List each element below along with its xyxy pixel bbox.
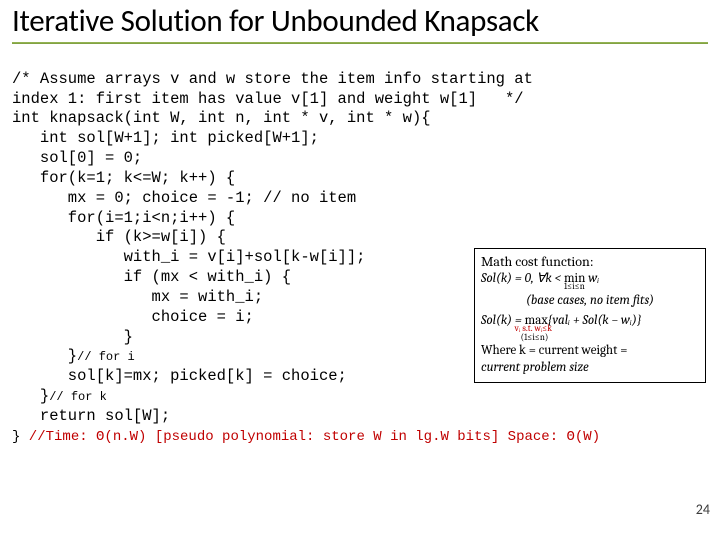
math-line: (base cases, no item fits) [481,293,699,309]
math-line: Where k = current weight = [481,343,699,359]
code-line: sol[0] = 0; [12,149,142,167]
math-line: Sol(k) = 0, ∀k < min1≤i≤n wᵢ [481,271,699,287]
code-line: int knapsack(int W, int n, int * v, int … [12,109,431,127]
math-cost-box: Math cost function: Sol(k) = 0, ∀k < min… [474,248,706,383]
code-line: int sol[W+1]; int picked[W+1]; [12,129,319,147]
complexity-text: //Time: Θ(n.W) [pseudo polynomial: store… [20,429,600,445]
code-line: /* Assume arrays v and w store the item … [12,70,533,88]
code-line: choice = i; [12,308,254,326]
code-line: for(i=1;i<n;i++) { [12,209,235,227]
code-line: if (k>=w[i]) { [12,228,226,246]
complexity-line: } //Time: Θ(n.W) [pseudo polynomial: sto… [12,429,708,445]
code-line: mx = with_i; [12,288,263,306]
code-line: for(k=1; k<=W; k++) { [12,169,235,187]
code-line: index 1: first item has value v[1] and w… [12,90,524,108]
code-line: with_i = v[i]+sol[k-w[i]]; [12,248,365,266]
code-line: return sol[W]; [12,407,170,425]
code-line: if (mx < with_i) { [12,268,291,286]
slide-title: Iterative Solution for Unbounded Knapsac… [12,0,708,40]
page-number: 24 [696,501,710,518]
math-header: Math cost function: [481,253,699,271]
code-line: } [12,347,77,365]
title-underline [12,42,708,44]
code-line: sol[k]=mx; picked[k] = choice; [12,367,347,385]
code-line: } [12,387,49,405]
code-line: mx = 0; choice = -1; // no item [12,189,356,207]
math-line: Sol(k) = maxvᵢ s.t. wᵢ≤k(1≤i≤n){valᵢ + S… [481,313,699,329]
code-comment: // for k [49,390,107,404]
code-comment: // for i [77,350,135,364]
code-line: } [12,328,133,346]
math-line: current problem size [481,360,699,376]
